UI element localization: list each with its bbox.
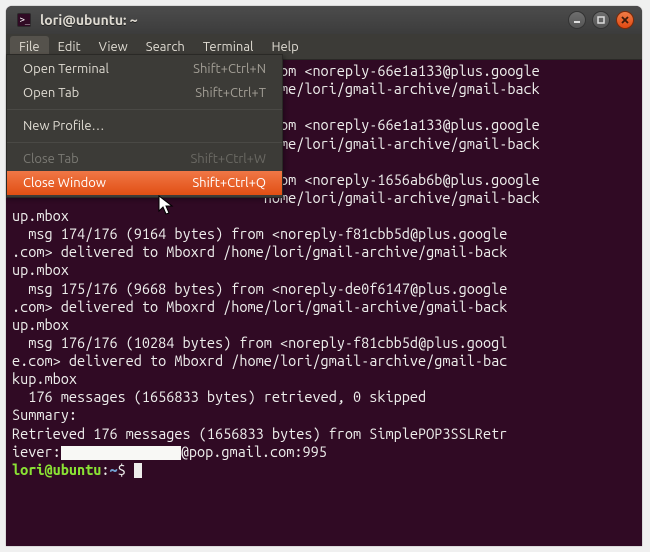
menu-item-shortcut: Shift+Ctrl+N: [193, 62, 266, 76]
prompt-end: $: [118, 461, 134, 478]
terminal-line: iever:: [12, 443, 61, 460]
terminal-line: .com> delivered to Mboxrd /home/lori/gma…: [12, 298, 507, 315]
menu-close-window[interactable]: Close Window Shift+Ctrl+Q: [7, 171, 282, 195]
file-menu-dropdown: Open Terminal Shift+Ctrl+N Open Tab Shif…: [6, 54, 283, 198]
titlebar[interactable]: >_ lori@ubuntu: ~: [6, 6, 642, 34]
maximize-button[interactable]: [592, 11, 610, 29]
menu-separator: [7, 142, 282, 143]
menu-item-shortcut: Shift+Ctrl+T: [195, 86, 266, 100]
terminal-line: Summary:: [12, 406, 77, 423]
close-button[interactable]: [616, 11, 634, 29]
terminal-line: msg 176/176 (10284 bytes) from <noreply-…: [12, 334, 507, 351]
svg-text:>_: >_: [20, 16, 31, 26]
menu-item-label: Close Tab: [23, 152, 79, 166]
terminal-line: up.mbox: [12, 207, 69, 224]
menu-item-label: Open Tab: [23, 86, 79, 100]
prompt-user: lori@ubuntu: [12, 461, 101, 478]
terminal-line: up.mbox: [12, 261, 69, 278]
window-controls: [568, 11, 634, 29]
menu-separator: [7, 109, 282, 110]
menu-new-profile[interactable]: New Profile…: [7, 114, 282, 138]
menu-item-label: Open Terminal: [23, 62, 109, 76]
prompt-path: ~: [109, 461, 117, 478]
terminal-line: msg 175/176 (9668 bytes) from <noreply-d…: [12, 280, 507, 297]
menu-item-shortcut: Shift+Ctrl+W: [190, 152, 266, 166]
terminal-line: .com> delivered to Mboxrd /home/lori/gma…: [12, 243, 507, 260]
terminal-line: up.mbox: [12, 316, 69, 333]
menu-item-label: New Profile…: [23, 119, 104, 133]
terminal-line: Retrieved 176 messages (1656833 bytes) f…: [12, 425, 507, 442]
terminal-icon: >_: [16, 12, 32, 28]
terminal-line: e.com> delivered to Mboxrd /home/lori/gm…: [12, 352, 507, 369]
terminal-line: kup.mbox: [12, 370, 77, 387]
minimize-button[interactable]: [568, 11, 586, 29]
terminal-line: msg 174/176 (9164 bytes) from <noreply-f…: [12, 225, 507, 242]
window-title: lori@ubuntu: ~: [40, 12, 138, 28]
terminal-line: @pop.gmail.com:995: [181, 443, 327, 460]
redacted-text: [61, 446, 181, 460]
terminal-cursor: [134, 463, 142, 478]
menu-open-tab[interactable]: Open Tab Shift+Ctrl+T: [7, 81, 282, 105]
terminal-line: 176 messages (1656833 bytes) retrieved, …: [12, 388, 426, 405]
menu-item-shortcut: Shift+Ctrl+Q: [192, 176, 266, 190]
menu-close-tab: Close Tab Shift+Ctrl+W: [7, 147, 282, 171]
menu-item-label: Close Window: [23, 176, 106, 190]
menu-open-terminal[interactable]: Open Terminal Shift+Ctrl+N: [7, 57, 282, 81]
